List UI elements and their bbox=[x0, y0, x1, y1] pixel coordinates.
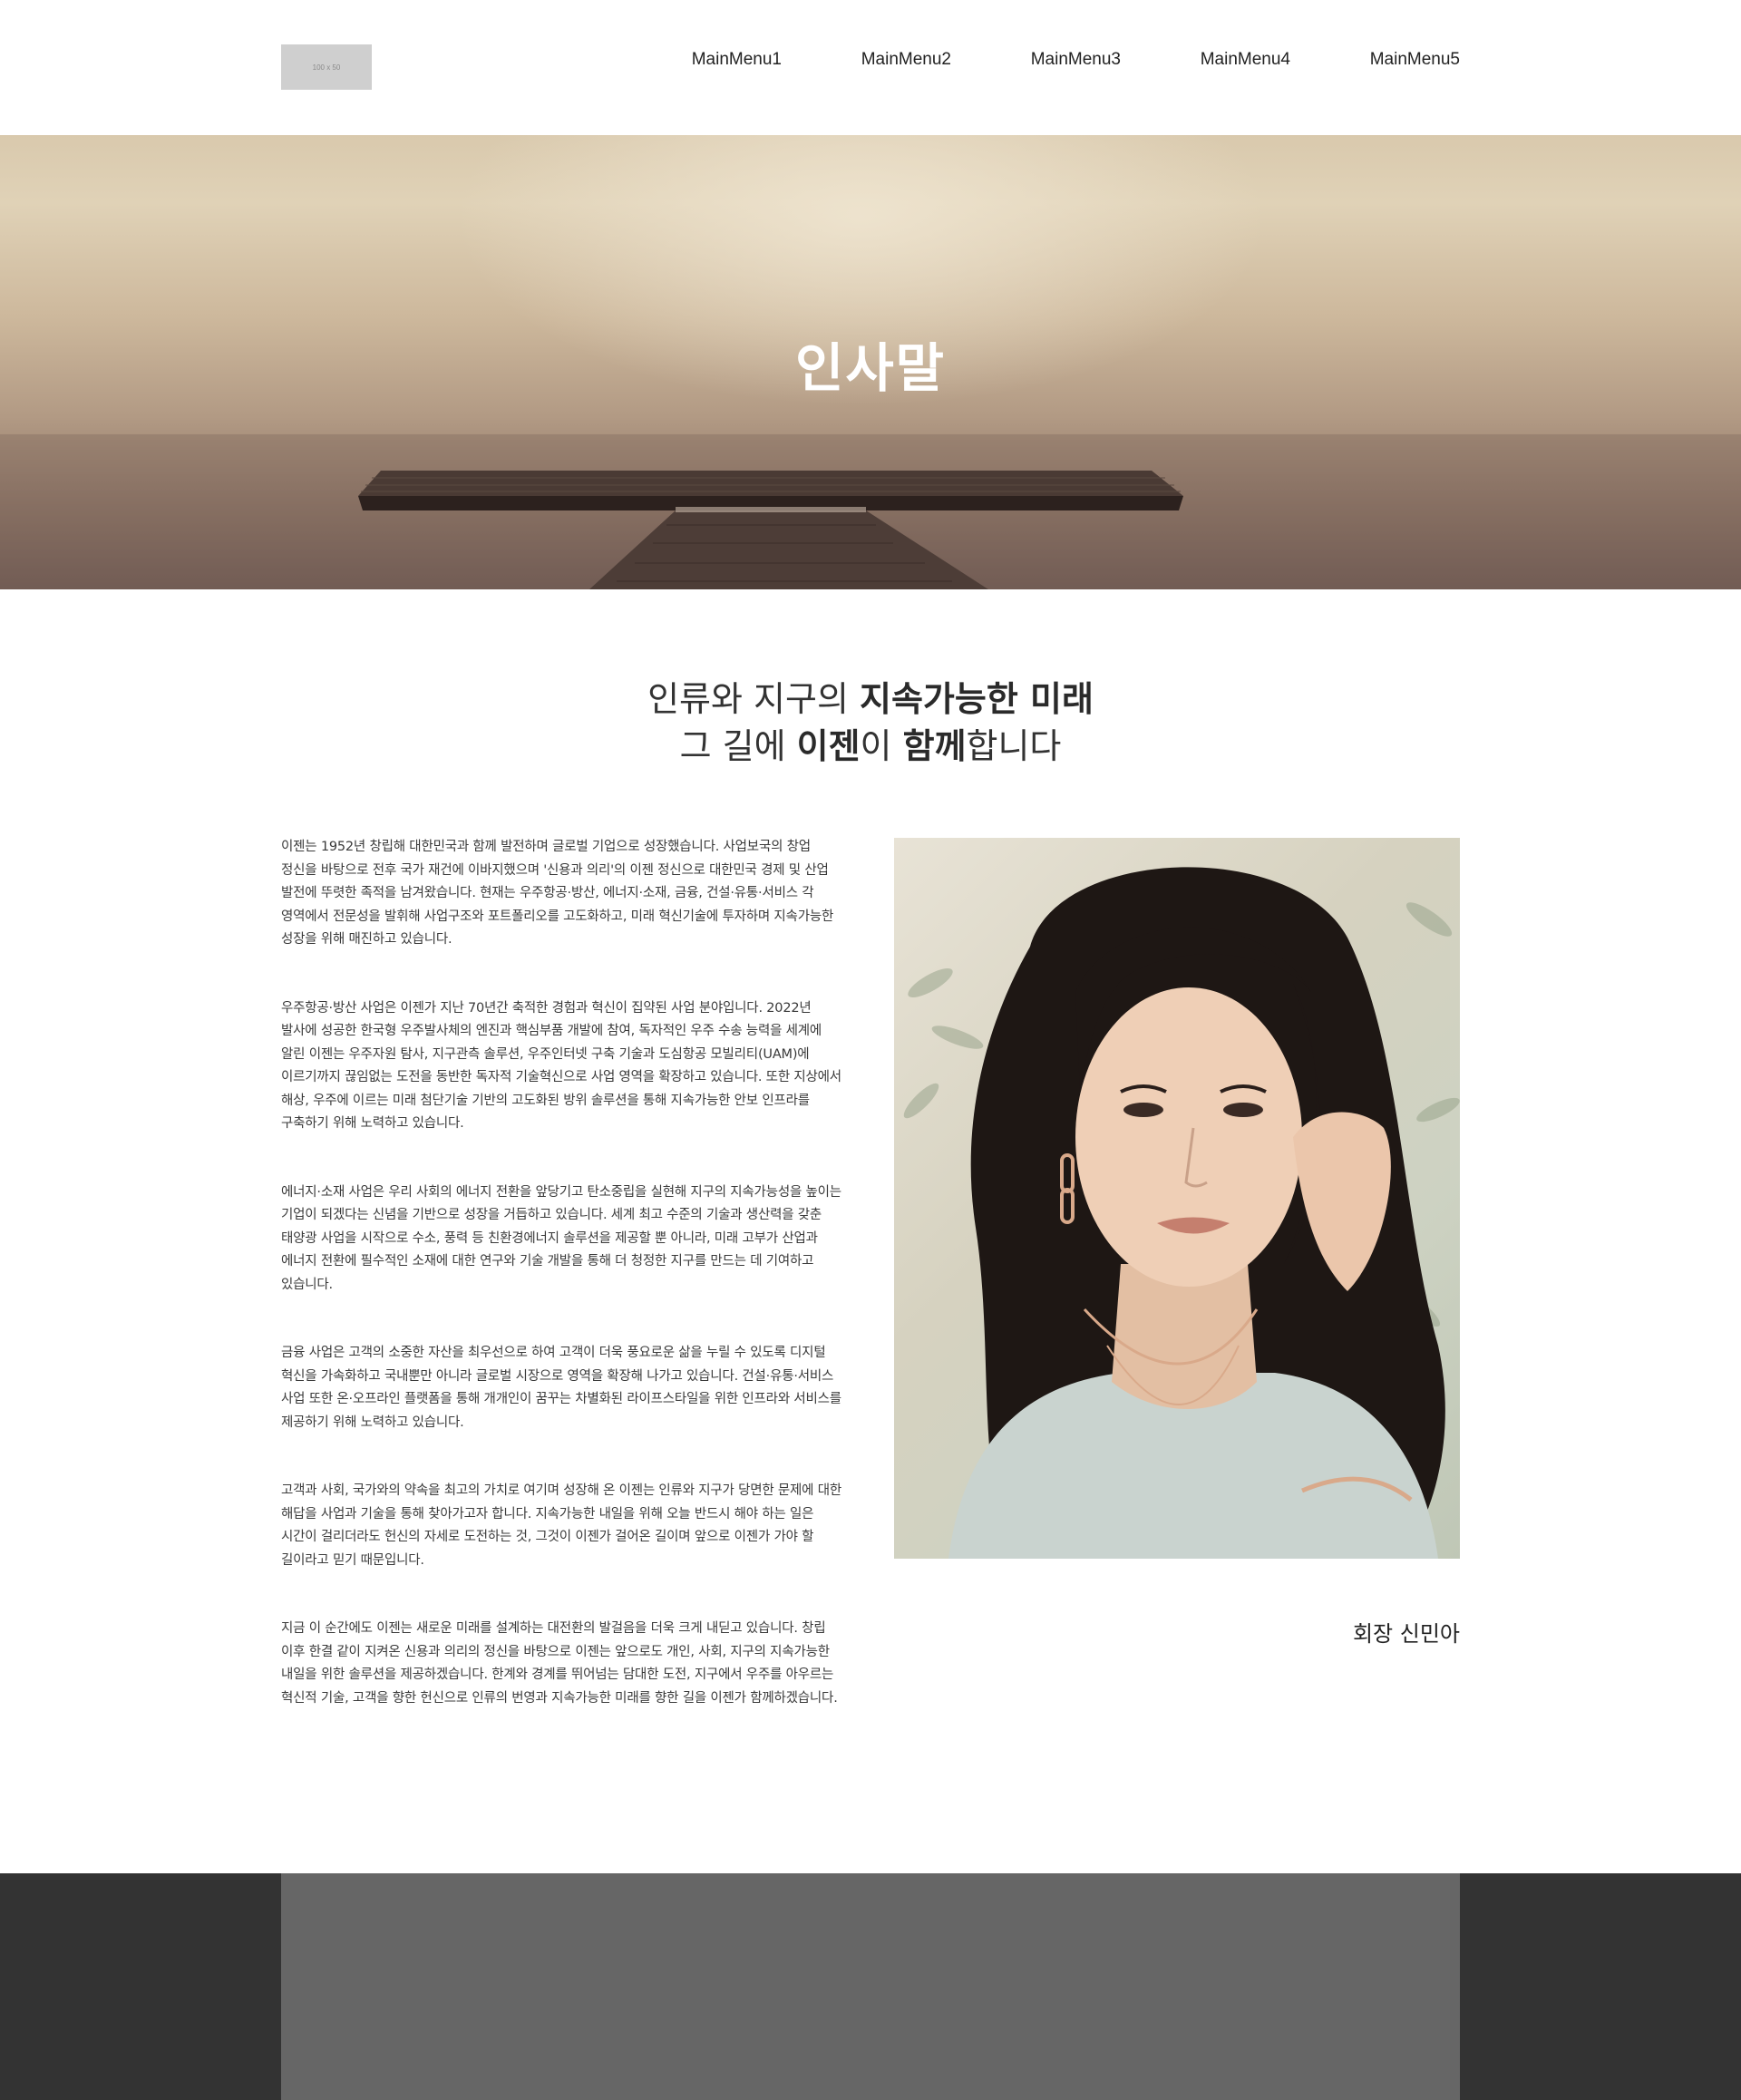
paragraph: 지금 이 순간에도 이젠는 새로운 미래를 설계하는 대전환의 발걸음을 더욱 … bbox=[281, 1621, 838, 1706]
intro-heading: 인류와 지구의 지속가능한 미래 그 길에 이젠이 함께합니다 bbox=[0, 676, 1741, 770]
nav-mainmenu2[interactable]: MainMenu2 bbox=[782, 47, 951, 73]
paragraph: 고객과 사회, 국가와의 약속을 최고의 가치로 여기며 성장해 온 이젠는 인… bbox=[281, 1483, 842, 1568]
greeting-body: 이젠는 1952년 창립해 대한민국과 함께 발전하며 글로벌 기업으로 성장했… bbox=[281, 836, 848, 1755]
footer-content-area bbox=[281, 1873, 1460, 2100]
nav-mainmenu5[interactable]: MainMenu5 bbox=[1290, 47, 1460, 73]
intro-line2-c: 이 bbox=[860, 726, 903, 766]
paragraph: 우주항공·방산 사업은 이젠가 지난 70년간 축적한 경험과 혁신이 집약된 … bbox=[281, 1000, 841, 1132]
site-footer bbox=[0, 1873, 1741, 2100]
paragraph: 이젠는 1952년 창립해 대한민국과 함께 발전하며 글로벌 기업으로 성장했… bbox=[281, 840, 834, 947]
intro-line1-normal: 인류와 지구의 bbox=[647, 679, 860, 719]
chairman-signature: 회장 신민아 bbox=[1352, 1621, 1460, 1647]
main-nav: MainMenu1 MainMenu2 MainMenu3 MainMenu4 … bbox=[612, 47, 1460, 73]
nav-mainmenu3[interactable]: MainMenu3 bbox=[951, 47, 1121, 73]
logo-placeholder[interactable]: 100 x 50 bbox=[281, 44, 372, 90]
nav-mainmenu1[interactable]: MainMenu1 bbox=[612, 47, 782, 73]
intro-line1-bold: 지속가능한 미래 bbox=[859, 679, 1094, 719]
page-title: 인사말 bbox=[794, 337, 947, 399]
intro-line2-d: 함께 bbox=[902, 726, 967, 766]
portrait-illustration bbox=[903, 867, 1460, 1559]
site-header: 100 x 50 MainMenu1 MainMenu2 MainMenu3 M… bbox=[0, 0, 1741, 135]
nav-mainmenu4[interactable]: MainMenu4 bbox=[1121, 47, 1290, 73]
paragraph: 에너지·소재 사업은 우리 사회의 에너지 전환을 앞당기고 탄소중립을 실현해… bbox=[281, 1184, 841, 1292]
intro-line2-b: 이젠 bbox=[796, 726, 861, 766]
chairman-portrait bbox=[894, 838, 1460, 1559]
intro-line2-e: 합니다 bbox=[966, 726, 1062, 766]
paragraph: 금융 사업은 고객의 소중한 자산을 최우선으로 하여 고객이 더욱 풍요로운 … bbox=[281, 1346, 841, 1430]
hero-banner: 인사말 bbox=[0, 135, 1741, 589]
intro-line2-a: 그 길에 bbox=[679, 726, 797, 766]
